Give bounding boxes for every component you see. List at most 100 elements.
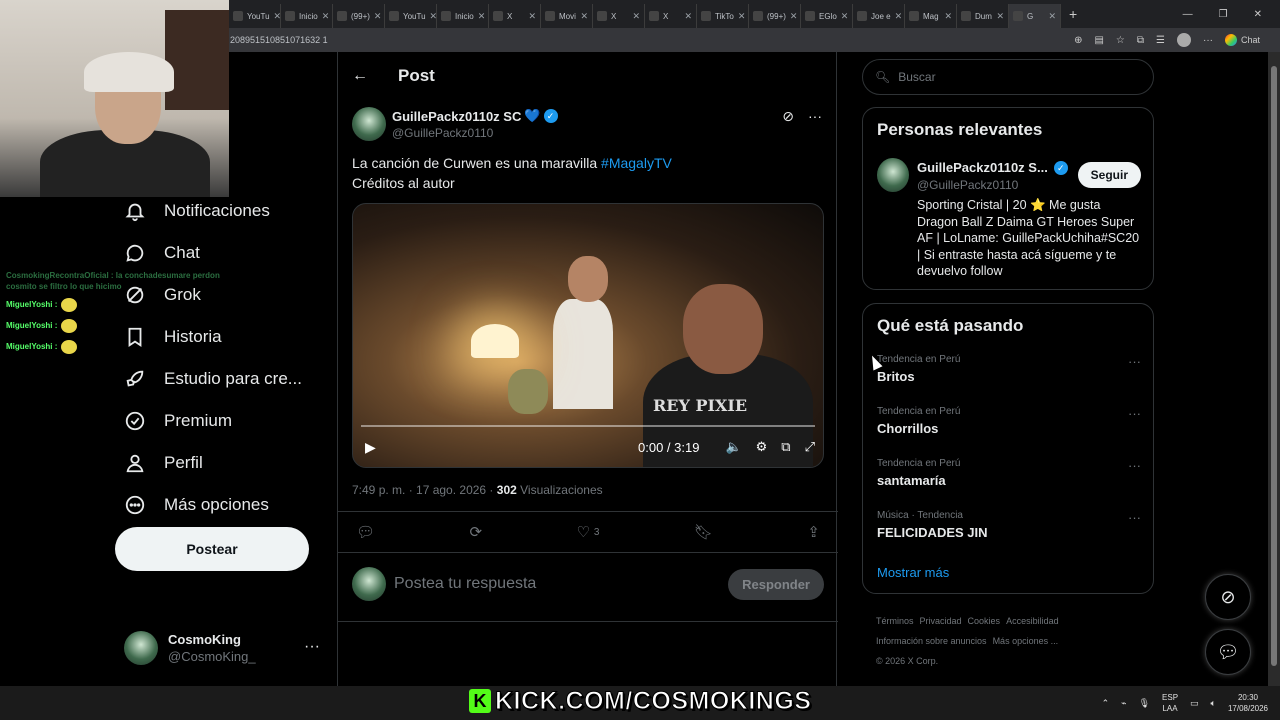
search-input[interactable]: 🔍︎ Buscar bbox=[862, 59, 1154, 95]
close-tab-icon[interactable]: ✕ bbox=[632, 11, 640, 22]
close-tab-icon[interactable]: ✕ bbox=[684, 11, 692, 22]
extensions-icon[interactable]: ⧉ bbox=[1137, 35, 1144, 46]
show-more-link[interactable]: Mostrar más bbox=[877, 565, 949, 580]
url-field[interactable]: 208951510851071632 1 bbox=[230, 35, 328, 45]
person-name[interactable]: GuillePackz0110z S... bbox=[917, 160, 1048, 175]
new-tab-button[interactable]: + bbox=[1069, 6, 1077, 22]
display-icon[interactable]: ▭ bbox=[1190, 698, 1199, 709]
reader-icon[interactable]: ▤ bbox=[1094, 35, 1103, 46]
browser-tab[interactable]: Movi ✕ bbox=[541, 4, 593, 28]
bookmark-icon[interactable]: 🔖︎ bbox=[694, 523, 713, 541]
close-tab-icon[interactable]: ✕ bbox=[1048, 11, 1056, 22]
collections-icon[interactable]: ☰ bbox=[1156, 35, 1165, 46]
footer-link[interactable]: Términos bbox=[876, 616, 914, 626]
trend-item[interactable]: Tendencia en Perú Chorrillos ··· bbox=[877, 406, 1141, 446]
author-avatar[interactable] bbox=[352, 107, 386, 141]
more-options-icon[interactable]: ··· bbox=[808, 108, 822, 125]
play-icon[interactable]: ▶ bbox=[365, 439, 376, 456]
close-tab-icon[interactable]: ✕ bbox=[322, 11, 330, 22]
close-tab-icon[interactable]: ✕ bbox=[841, 11, 849, 22]
scrollbar[interactable] bbox=[1268, 52, 1280, 686]
close-tab-icon[interactable]: ✕ bbox=[374, 11, 382, 22]
browser-tab[interactable]: Inicio ✕ bbox=[281, 4, 333, 28]
close-tab-icon[interactable]: ✕ bbox=[528, 11, 536, 22]
messages-fab-button[interactable]: 💬︎ bbox=[1205, 629, 1251, 675]
browser-tab[interactable]: Inicio ✕ bbox=[437, 4, 489, 28]
footer-link[interactable]: Accesibilidad bbox=[1006, 616, 1059, 626]
browser-tab[interactable]: X ✕ bbox=[645, 4, 697, 28]
browser-tab[interactable]: G ✕ bbox=[1009, 4, 1061, 28]
avatar[interactable] bbox=[877, 158, 909, 192]
browser-tab[interactable]: TikTo ✕ bbox=[697, 4, 749, 28]
author-handle[interactable]: @GuillePackz0110 bbox=[392, 126, 558, 140]
close-window-button[interactable]: ✕ bbox=[1254, 9, 1262, 20]
post-button[interactable]: Postear bbox=[115, 527, 309, 571]
close-tab-icon[interactable]: ✕ bbox=[790, 11, 798, 22]
hashtag-link[interactable]: #MagalyTV bbox=[601, 155, 672, 171]
browser-tab[interactable]: (99+) ✕ bbox=[333, 4, 385, 28]
follow-button[interactable]: Seguir bbox=[1077, 162, 1141, 188]
favorite-star-icon[interactable]: ☆ bbox=[1116, 35, 1125, 46]
browser-tab[interactable]: Joe e ✕ bbox=[853, 4, 905, 28]
close-tab-icon[interactable]: ✕ bbox=[580, 11, 588, 22]
close-tab-icon[interactable]: ✕ bbox=[996, 11, 1004, 22]
language-indicator[interactable]: ESP LAA bbox=[1162, 692, 1178, 714]
copilot-chat-button[interactable]: Chat bbox=[1224, 34, 1260, 46]
trend-item[interactable]: Tendencia en Perú santamaría ··· bbox=[877, 458, 1141, 498]
post-author[interactable]: GuillePackz0110z SC 💙 ✓ @GuillePackz0110 bbox=[352, 107, 558, 141]
trend-item[interactable]: Música · Tendencia FELICIDADES JIN ··· bbox=[877, 510, 1141, 550]
browser-tab[interactable]: YouTu ✕ bbox=[385, 4, 437, 28]
browser-tab[interactable]: YouTu ✕ bbox=[229, 4, 281, 28]
browser-tab[interactable]: (99+) ✕ bbox=[749, 4, 801, 28]
more-options-icon[interactable]: ··· bbox=[304, 638, 320, 656]
share-icon[interactable]: ⇪ bbox=[807, 523, 820, 541]
repost-icon[interactable]: ⟳ bbox=[469, 523, 482, 541]
close-tab-icon[interactable]: ✕ bbox=[738, 11, 746, 22]
chevron-up-icon[interactable]: ⌃ bbox=[1102, 698, 1110, 709]
nav-item-estudio[interactable]: Estudio para cre... bbox=[114, 358, 334, 400]
network-icon[interactable]: ⌁ bbox=[1121, 698, 1126, 709]
nav-item-premium[interactable]: Premium bbox=[114, 400, 334, 442]
profile-avatar[interactable] bbox=[1176, 33, 1191, 47]
video-progress-bar[interactable] bbox=[361, 425, 815, 427]
browser-tab[interactable]: Dum ✕ bbox=[957, 4, 1009, 28]
nav-item-más[interactable]: Más opciones bbox=[114, 484, 334, 526]
pip-icon[interactable]: ⧉ bbox=[781, 439, 790, 455]
nav-item-perfil[interactable]: Perfil bbox=[114, 442, 334, 484]
video-player[interactable]: REY PIXIE ▶ 0:00 / 3:19 🔈 ⚙ ⧉ ⤢ bbox=[352, 203, 824, 468]
browser-tab[interactable]: X ✕ bbox=[593, 4, 645, 28]
minimize-button[interactable]: — bbox=[1183, 9, 1193, 20]
like-button[interactable]: ♡ 3 bbox=[576, 523, 599, 541]
close-tab-icon[interactable]: ✕ bbox=[944, 11, 952, 22]
more-options-icon[interactable]: ··· bbox=[1128, 354, 1141, 369]
reply-button[interactable]: Responder bbox=[728, 568, 824, 600]
post-timestamp[interactable]: 7:49 p. m. · 17 ago. 2026 · bbox=[352, 483, 497, 497]
footer-link[interactable]: Información sobre anuncios bbox=[876, 636, 987, 646]
author-name[interactable]: GuillePackz0110z SC bbox=[392, 109, 521, 124]
settings-gear-icon[interactable]: ⚙ bbox=[756, 439, 768, 455]
browser-tab[interactable]: Mag ✕ bbox=[905, 4, 957, 28]
close-tab-icon[interactable]: ✕ bbox=[274, 11, 280, 22]
clock[interactable]: 20:30 17/08/2026 bbox=[1228, 692, 1268, 714]
trend-item[interactable]: Tendencia en Perú Britos ··· bbox=[877, 354, 1141, 394]
more-options-icon[interactable]: ··· bbox=[1128, 510, 1141, 525]
volume-icon[interactable]: 🔈︎ bbox=[1211, 698, 1216, 709]
microphone-icon[interactable]: 🎙︎ bbox=[1139, 698, 1150, 709]
fullscreen-icon[interactable]: ⤢ bbox=[805, 439, 815, 455]
footer-link[interactable]: Privacidad bbox=[920, 616, 962, 626]
browser-tab[interactable]: X ✕ bbox=[489, 4, 541, 28]
close-tab-icon[interactable]: ✕ bbox=[478, 11, 486, 22]
close-tab-icon[interactable]: ✕ bbox=[895, 11, 903, 22]
footer-link[interactable]: Más opciones ... bbox=[993, 636, 1059, 646]
account-switcher[interactable]: CosmoKing @CosmoKing_ ··· bbox=[124, 630, 324, 666]
nav-item-chat[interactable]: Chat bbox=[114, 232, 334, 274]
grok-icon[interactable]: ⊘ bbox=[782, 108, 794, 125]
more-options-icon[interactable]: ··· bbox=[1128, 406, 1141, 421]
close-tab-icon[interactable]: ✕ bbox=[430, 11, 436, 22]
scrollbar-thumb[interactable] bbox=[1271, 66, 1277, 666]
grok-fab-button[interactable]: ⊘ bbox=[1205, 574, 1251, 620]
arrow-left-icon[interactable]: ← bbox=[352, 67, 368, 85]
volume-icon[interactable]: 🔈 bbox=[725, 439, 741, 455]
browser-tab[interactable]: EGlo ✕ bbox=[801, 4, 853, 28]
maximize-button[interactable]: ❐ bbox=[1219, 9, 1228, 20]
